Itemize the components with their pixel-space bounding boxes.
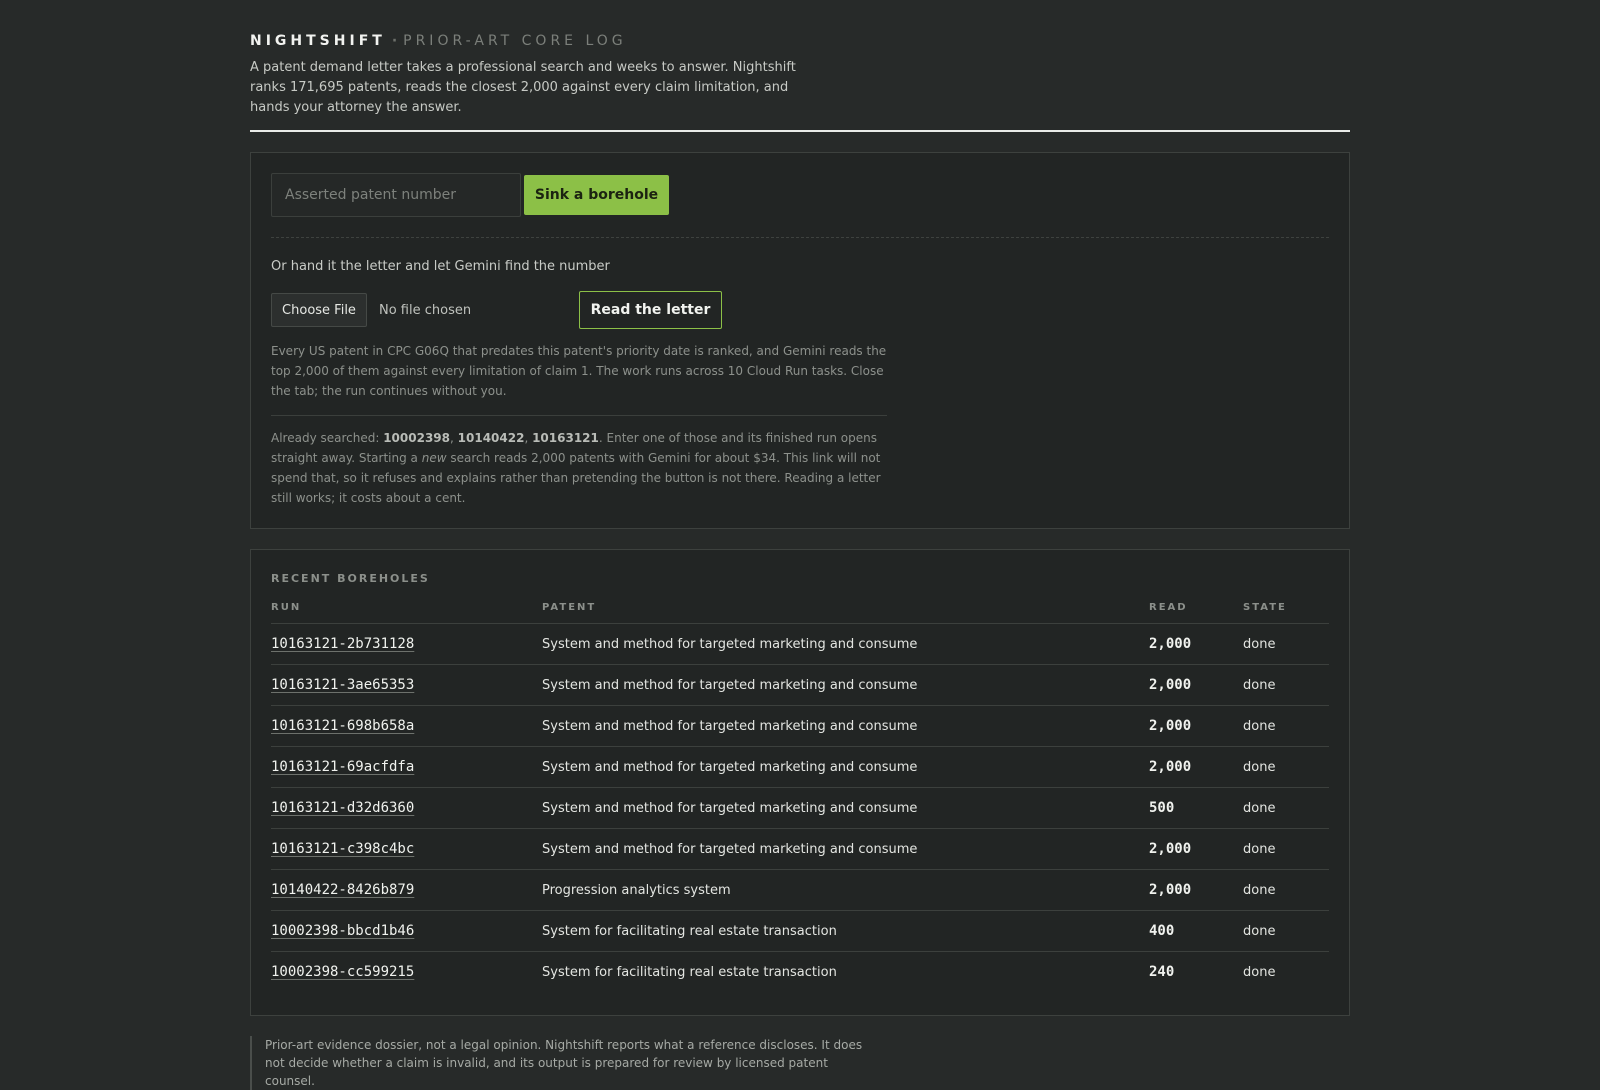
run-state: done [1243, 910, 1329, 952]
read-letter-button[interactable]: Read the letter [579, 291, 722, 329]
new-emphasis: new [421, 451, 447, 465]
page-title: NIGHTSHIFT · PRIOR-ART CORE LOG [250, 33, 1350, 49]
run-state: done [1243, 787, 1329, 829]
patent-title: System and method for targeted marketing… [542, 623, 1149, 665]
patent-title: System and method for targeted marketing… [542, 705, 1149, 747]
run-id-link[interactable]: 10163121-3ae65353 [271, 677, 414, 693]
already-prefix: Already searched: [271, 431, 384, 445]
section-title: RECENT BOREHOLES [271, 572, 430, 585]
intro-text: A patent demand letter takes a professio… [250, 60, 796, 115]
run-id-link[interactable]: 10163121-c398c4bc [271, 841, 414, 857]
column-header-state: STATE [1243, 602, 1329, 624]
run-state: done [1243, 828, 1329, 870]
run-id-link[interactable]: 10163121-2b731128 [271, 636, 414, 652]
column-header-run: RUN [271, 602, 542, 624]
patent-title: System and method for targeted marketing… [542, 787, 1149, 829]
table-row: 10002398-bbcd1b46 System for facilitatin… [271, 910, 1329, 952]
table-row: 10163121-69acfdfa System and method for … [271, 746, 1329, 788]
run-state: done [1243, 869, 1329, 911]
search-panel: Sink a borehole Or hand it the letter an… [250, 152, 1350, 529]
table-row: 10163121-c398c4bc System and method for … [271, 828, 1329, 870]
brand-subtitle: PRIOR-ART CORE LOG [403, 33, 627, 49]
patent-title: System for facilitating real estate tran… [542, 964, 837, 980]
run-state: done [1243, 623, 1329, 665]
header-rule [250, 130, 1350, 132]
read-count: 2,000 [1149, 677, 1192, 693]
read-count: 2,000 [1149, 759, 1192, 775]
patent-title: System and method for targeted marketing… [542, 828, 1149, 870]
column-header-read: READ [1149, 602, 1243, 624]
run-state: done [1243, 664, 1329, 706]
read-count: 2,000 [1149, 636, 1192, 652]
search-row: Sink a borehole [271, 173, 1329, 217]
read-count: 2,000 [1149, 718, 1192, 734]
title-separator: · [391, 33, 398, 49]
searched-patent-id: 10002398 [383, 431, 450, 445]
read-count: 2,000 [1149, 841, 1192, 857]
run-id-link[interactable]: 10002398-bbcd1b46 [271, 923, 414, 939]
id-separator: , [450, 431, 458, 445]
patent-title: System for facilitating real estate tran… [542, 910, 1149, 952]
patent-title: System and method for targeted marketing… [542, 746, 1149, 788]
sink-borehole-button[interactable]: Sink a borehole [524, 175, 669, 215]
search-explanation: Every US patent in CPC G06Q that predate… [271, 344, 887, 398]
already-searched-note: Already searched: 10002398, 10140422, 10… [271, 428, 887, 508]
table-row: 10140422-8426b879 Progression analytics … [271, 869, 1329, 911]
id-separator: , [524, 431, 533, 445]
patent-title: System and method for targeted marketing… [542, 664, 1149, 706]
recent-boreholes-panel: RECENT BOREHOLES RUN PATENT READ STATE 1… [250, 549, 1350, 1016]
dashed-divider [271, 237, 1329, 238]
table-row: 10002398-cc599215 System for facilitatin… [271, 952, 1329, 993]
boreholes-table: RUN PATENT READ STATE 10163121-2b731128 … [271, 602, 1329, 992]
searched-patent-id: 10163121 [532, 431, 599, 445]
searched-patent-id: 10140422 [457, 431, 525, 445]
run-id-link[interactable]: 10163121-69acfdfa [271, 759, 414, 775]
file-status-text: No file chosen [379, 302, 472, 318]
choose-file-button[interactable]: Choose File [271, 293, 367, 327]
table-row: 10163121-3ae65353 System and method for … [271, 664, 1329, 706]
table-header-row: RUN PATENT READ STATE [271, 602, 1329, 624]
run-id-link[interactable]: 10002398-cc599215 [271, 964, 414, 980]
column-header-patent: PATENT [542, 602, 1149, 624]
page: NIGHTSHIFT · PRIOR-ART CORE LOG A patent d… [250, 0, 1350, 1090]
read-count: 240 [1149, 964, 1175, 980]
run-id-link[interactable]: 10163121-698b658a [271, 718, 414, 734]
masthead: NIGHTSHIFT · PRIOR-ART CORE LOG A patent d… [250, 0, 1350, 132]
legal-disclaimer: Prior-art evidence dossier, not a legal … [250, 1036, 865, 1090]
read-count: 400 [1149, 923, 1175, 939]
brand-name: NIGHTSHIFT [250, 33, 386, 49]
note-divider [271, 415, 887, 416]
run-state: done [1243, 746, 1329, 788]
letter-upload-label: Or hand it the letter and let Gemini fin… [271, 259, 610, 274]
table-row: 10163121-2b731128 System and method for … [271, 623, 1329, 665]
file-upload-row: Choose File No file chosen Read the lett… [271, 291, 1329, 329]
run-id-link[interactable]: 10140422-8426b879 [271, 882, 414, 898]
run-state: done [1243, 964, 1276, 980]
read-count: 500 [1149, 800, 1175, 816]
read-count: 2,000 [1149, 882, 1192, 898]
table-row: 10163121-698b658a System and method for … [271, 705, 1329, 747]
patent-number-input[interactable] [271, 173, 521, 217]
patent-title: Progression analytics system [542, 869, 1149, 911]
run-id-link[interactable]: 10163121-d32d6360 [271, 800, 414, 816]
run-state: done [1243, 705, 1329, 747]
table-row: 10163121-d32d6360 System and method for … [271, 787, 1329, 829]
